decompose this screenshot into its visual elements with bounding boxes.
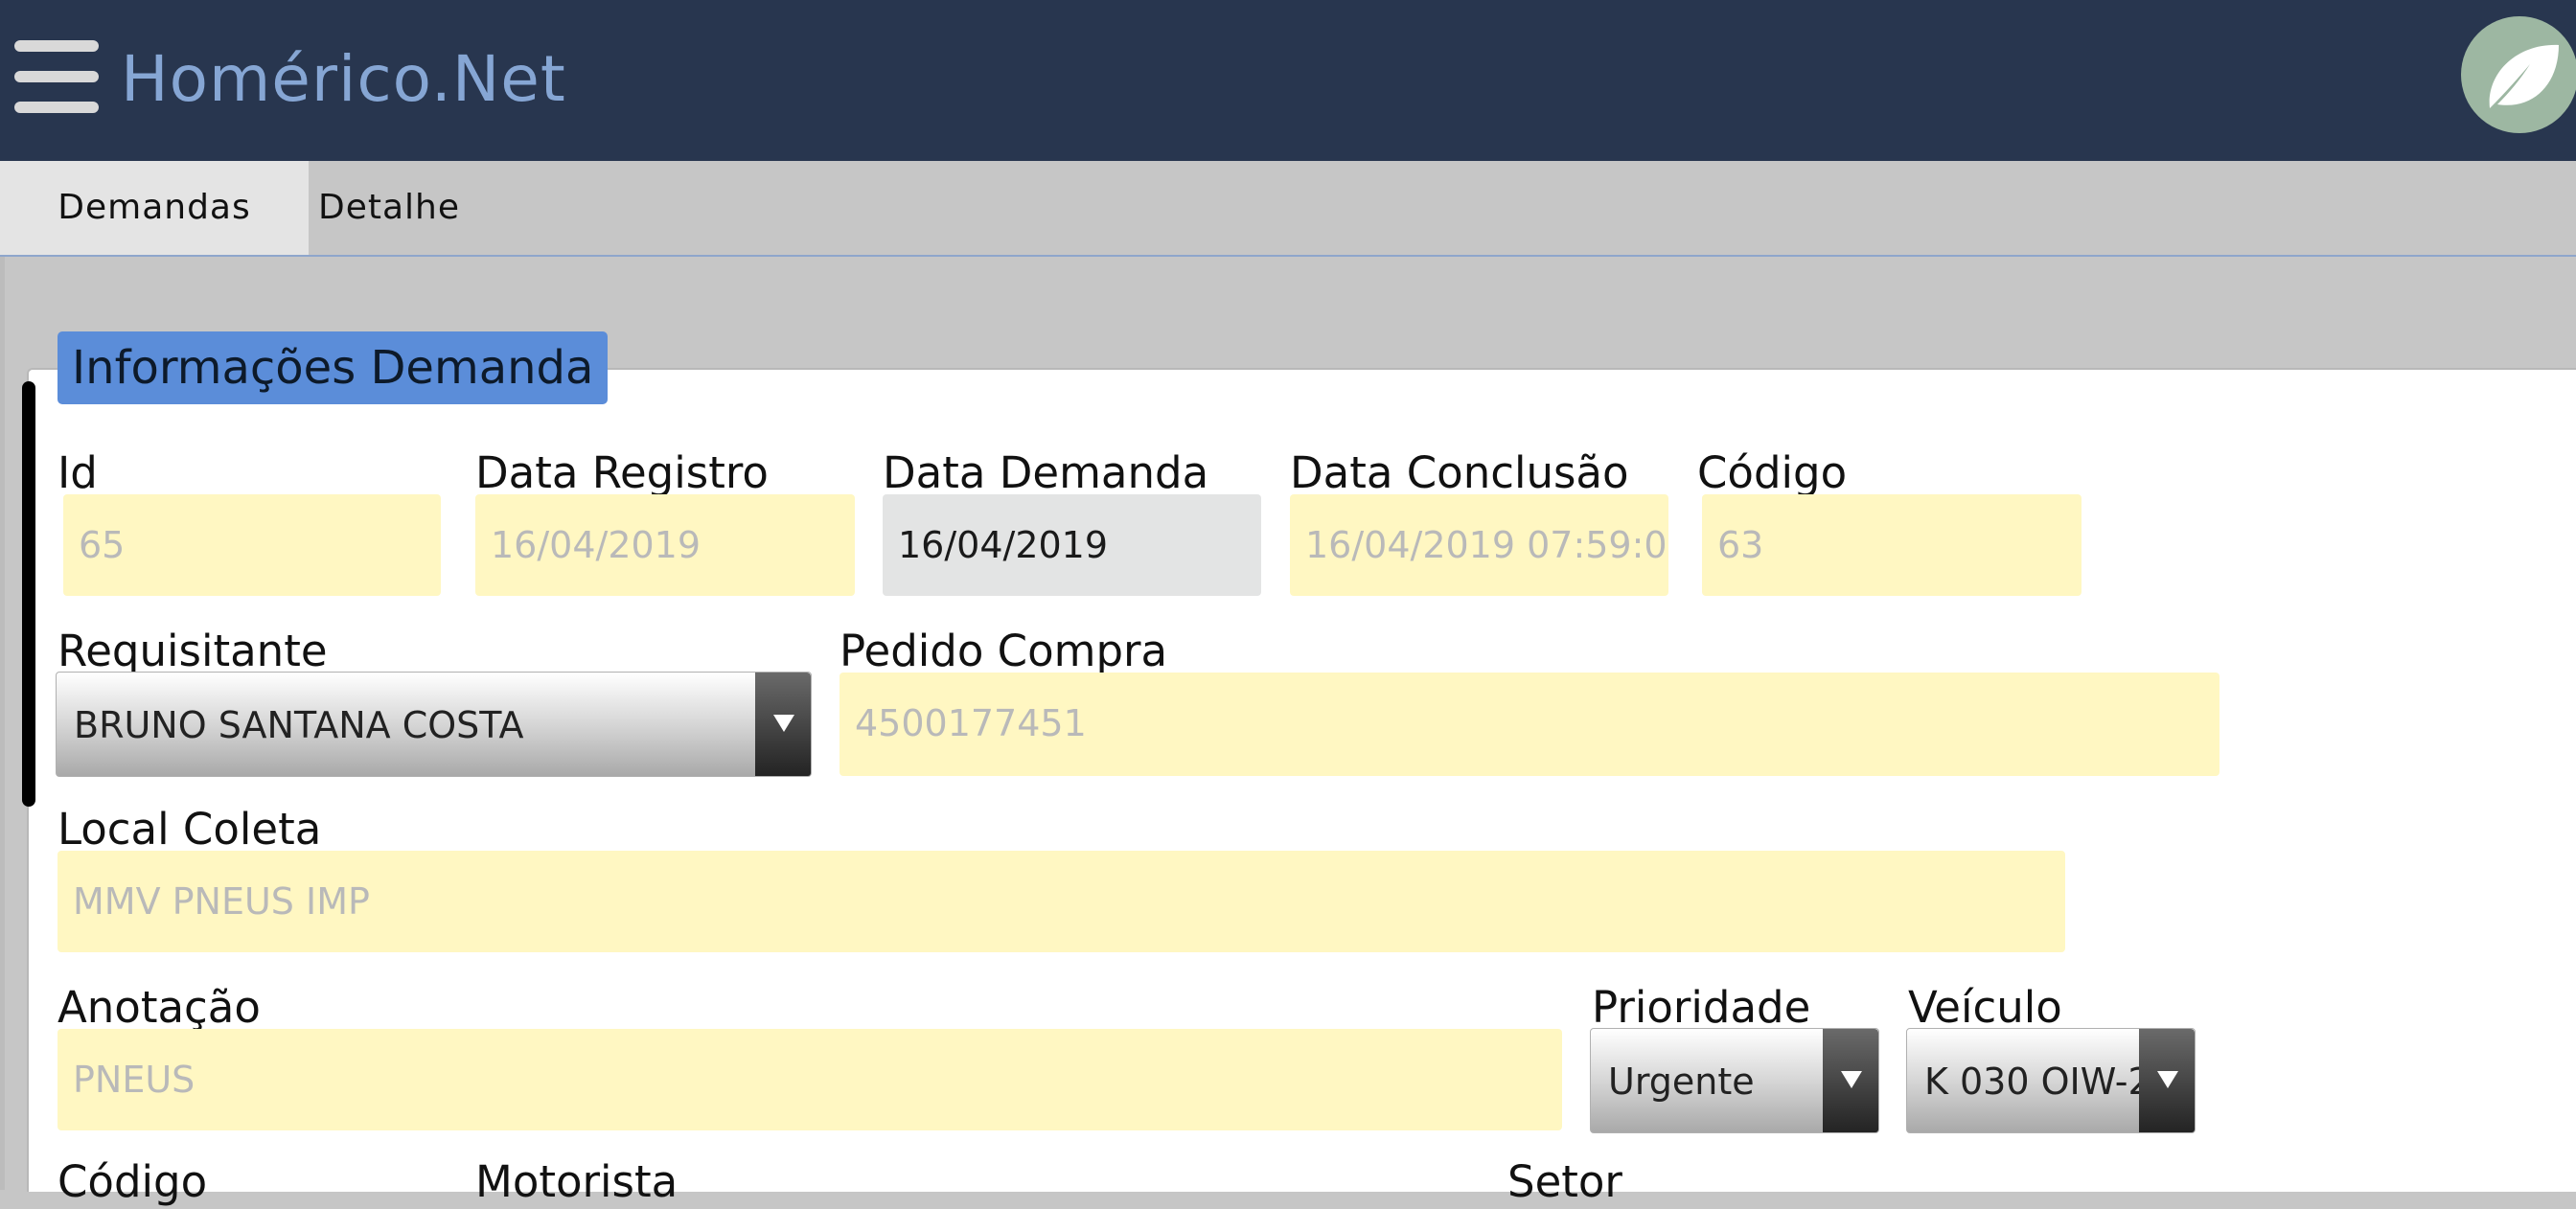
app-header: Homérico.Net [0, 0, 2576, 161]
data-registro-field: 16/04/2019 [475, 494, 855, 596]
prioridade-value: Urgente [1608, 1061, 1755, 1103]
anotacao-label: Anotação [58, 982, 261, 1033]
requisitante-value: BRUNO SANTANA COSTA [74, 704, 524, 746]
chevron-down-icon[interactable] [755, 673, 811, 776]
codigo-field: 63 [1702, 494, 2082, 596]
data-conclusao-field: 16/04/2019 07:59:06 [1290, 494, 1668, 596]
veiculo-value: K 030 OIW-2 [1924, 1061, 2151, 1103]
prioridade-select[interactable]: Urgente [1590, 1028, 1879, 1133]
chevron-down-icon[interactable] [1823, 1029, 1878, 1132]
local-coleta-label: Local Coleta [58, 804, 322, 855]
prioridade-label: Prioridade [1592, 982, 1811, 1033]
anotacao-field: PNEUS [58, 1029, 1562, 1130]
requisitante-select[interactable]: BRUNO SANTANA COSTA [56, 672, 812, 777]
setor-label: Setor [1507, 1156, 1622, 1207]
chevron-down-icon[interactable] [2139, 1029, 2195, 1132]
section-title: Informações Demanda [58, 331, 609, 404]
app-title: Homérico.Net [121, 42, 566, 116]
data-conclusao-label: Data Conclusão [1290, 447, 1629, 498]
requisitante-label: Requisitante [58, 626, 328, 676]
hamburger-icon[interactable] [14, 40, 99, 113]
motorista-label: Motorista [475, 1156, 678, 1207]
data-demanda-field[interactable]: 16/04/2019 [883, 494, 1261, 596]
local-coleta-field: MMV PNEUS IMP [58, 851, 2065, 952]
veiculo-label: Veículo [1908, 982, 2062, 1033]
left-edge [0, 257, 5, 1190]
scrollbar-thumb[interactable] [22, 381, 35, 807]
tab-detalhe[interactable]: Detalhe [318, 161, 460, 255]
tab-bar: Demandas Detalhe [0, 161, 2576, 257]
tab-demandas[interactable]: Demandas [0, 161, 309, 255]
leaf-logo-icon[interactable] [2459, 16, 2576, 133]
id-field: 65 [63, 494, 441, 596]
id-label: Id [58, 447, 98, 498]
data-registro-label: Data Registro [475, 447, 769, 498]
veiculo-select[interactable]: K 030 OIW-2 [1906, 1028, 2196, 1133]
codigo-label-2: Código [58, 1156, 208, 1207]
pedido-compra-field: 4500177451 [840, 673, 2220, 776]
data-demanda-label: Data Demanda [883, 447, 1209, 498]
codigo-label: Código [1697, 447, 1848, 498]
pedido-compra-label: Pedido Compra [840, 626, 1168, 676]
